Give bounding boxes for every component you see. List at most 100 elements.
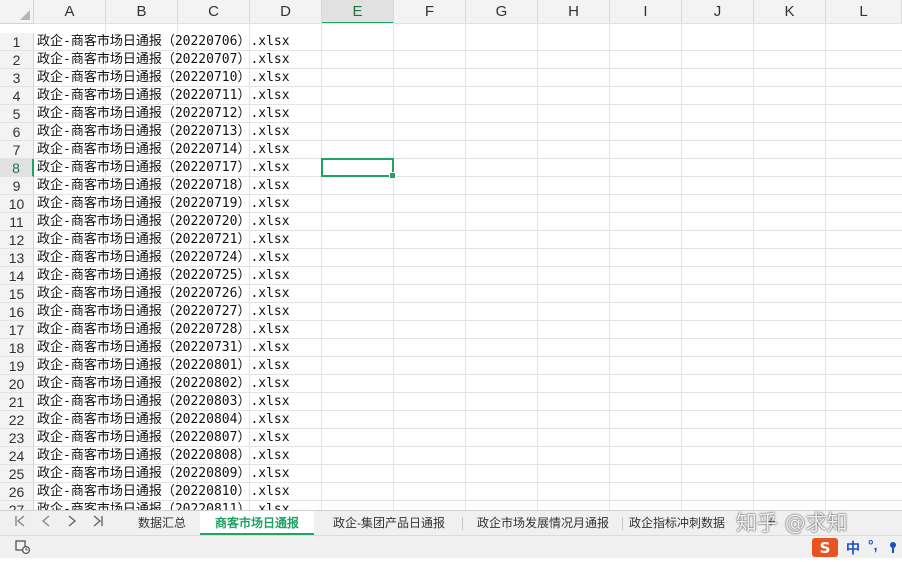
row-header-20[interactable]: 20 xyxy=(0,375,34,393)
next-sheet-icon xyxy=(68,515,77,527)
column-header-d[interactable]: D xyxy=(250,0,322,24)
row-header-18[interactable]: 18 xyxy=(0,339,34,357)
row-header-19[interactable]: 19 xyxy=(0,357,34,375)
row-header-7[interactable]: 7 xyxy=(0,141,34,159)
cell-a22[interactable]: 政企-商客市场日通报（20220804）.xlsx xyxy=(37,411,290,429)
cell-a23[interactable]: 政企-商客市场日通报（20220807）.xlsx xyxy=(37,429,290,447)
last-sheet-icon xyxy=(93,515,103,527)
row-header-14[interactable]: 14 xyxy=(0,267,34,285)
row-header-4[interactable]: 4 xyxy=(0,87,34,105)
cell-a2[interactable]: 政企-商客市场日通报（20220707）.xlsx xyxy=(37,51,290,69)
column-header-k[interactable]: K xyxy=(754,0,826,24)
column-gridline xyxy=(681,24,682,510)
cell-a27[interactable]: 政企-商客市场日通报（20220811）.xlsx xyxy=(37,501,290,510)
sheet-tab-business-daily[interactable]: 商客市场日通报 xyxy=(200,511,314,535)
tab-divider xyxy=(622,517,623,530)
spreadsheet-grid[interactable]: ABCDEFGHIJKL 1 2 3 4 5 6 7 8 9 10 11 12 13 14 15 16 17 18… xyxy=(0,0,902,510)
cell-a5[interactable]: 政企-商客市场日通报（20220712）.xlsx xyxy=(37,105,290,123)
row-header-15[interactable]: 15 xyxy=(0,285,34,303)
column-header-b[interactable]: B xyxy=(106,0,178,24)
row-header-10[interactable]: 10 xyxy=(0,195,34,213)
row-header-21[interactable]: 21 xyxy=(0,393,34,411)
cell-a8[interactable]: 政企-商客市场日通报（20220717）.xlsx xyxy=(37,159,290,177)
row-header-17[interactable]: 17 xyxy=(0,321,34,339)
svg-text:S: S xyxy=(820,539,831,557)
cell-a18[interactable]: 政企-商客市场日通报（20220731）.xlsx xyxy=(37,339,290,357)
column-header-e[interactable]: E xyxy=(322,0,394,24)
sheet-tab-data-summary[interactable]: 数据汇总 xyxy=(124,511,200,535)
cell-a21[interactable]: 政企-商客市场日通报（20220803）.xlsx xyxy=(37,393,290,411)
column-header-h[interactable]: H xyxy=(538,0,610,24)
cell-a20[interactable]: 政企-商客市场日通报（20220802）.xlsx xyxy=(37,375,290,393)
row-header-27[interactable]: 27 xyxy=(0,501,34,510)
cell-a14[interactable]: 政企-商客市场日通报（20220725）.xlsx xyxy=(37,267,290,285)
cell-a13[interactable]: 政企-商客市场日通报（20220724）.xlsx xyxy=(37,249,290,267)
row-header-25[interactable]: 25 xyxy=(0,465,34,483)
cell-a17[interactable]: 政企-商客市场日通报（20220728）.xlsx xyxy=(37,321,290,339)
row-header-12[interactable]: 12 xyxy=(0,231,34,249)
cell-a25[interactable]: 政企-商客市场日通报（20220809）.xlsx xyxy=(37,465,290,483)
status-bar: S 中 °, xyxy=(0,535,902,558)
column-header-a[interactable]: A xyxy=(34,0,106,24)
cell-a16[interactable]: 政企-商客市场日通报（20220727）.xlsx xyxy=(37,303,290,321)
cell-a12[interactable]: 政企-商客市场日通报（20220721）.xlsx xyxy=(37,231,290,249)
column-gridline xyxy=(321,24,322,510)
row-header-11[interactable]: 11 xyxy=(0,213,34,231)
cell-a11[interactable]: 政企-商客市场日通报（20220720）.xlsx xyxy=(37,213,290,231)
prev-sheet-button[interactable] xyxy=(36,514,56,532)
selected-cell-E8[interactable] xyxy=(321,158,396,179)
first-sheet-button[interactable] xyxy=(10,514,30,532)
column-gridline xyxy=(825,24,826,510)
column-header-i[interactable]: I xyxy=(610,0,682,24)
next-sheet-button[interactable] xyxy=(62,514,82,532)
ime-punct-indicator[interactable]: °, xyxy=(868,537,878,553)
column-gridline xyxy=(753,24,754,510)
row-header-22[interactable]: 22 xyxy=(0,411,34,429)
row-header-8[interactable]: 8 xyxy=(0,159,34,177)
column-gridline xyxy=(465,24,466,510)
cell-a4[interactable]: 政企-商客市场日通报（20220711）.xlsx xyxy=(37,87,290,105)
column-gridline xyxy=(537,24,538,510)
ime-extra-icon[interactable] xyxy=(888,540,898,554)
column-header-j[interactable]: J xyxy=(682,0,754,24)
cell-a9[interactable]: 政企-商客市场日通报（20220718）.xlsx xyxy=(37,177,290,195)
row-header-24[interactable]: 24 xyxy=(0,447,34,465)
cell-a10[interactable]: 政企-商客市场日通报（20220719）.xlsx xyxy=(37,195,290,213)
row-header-16[interactable]: 16 xyxy=(0,303,34,321)
fill-handle[interactable] xyxy=(389,172,396,179)
first-sheet-icon xyxy=(15,515,25,527)
row-header-6[interactable]: 6 xyxy=(0,123,34,141)
cell-a6[interactable]: 政企-商客市场日通报（20220713）.xlsx xyxy=(37,123,290,141)
cell-a26[interactable]: 政企-商客市场日通报（20220810）.xlsx xyxy=(37,483,290,501)
cell-a1[interactable]: 政企-商客市场日通报（20220706）.xlsx xyxy=(37,33,290,51)
column-header-c[interactable]: C xyxy=(178,0,250,24)
row-header-1[interactable]: 1 xyxy=(0,33,34,51)
select-all-corner[interactable] xyxy=(0,0,34,24)
column-header-g[interactable]: G xyxy=(466,0,538,24)
tab-divider xyxy=(462,517,463,530)
sheet-tab-group-product-daily[interactable]: 政企-集团产品日通报 xyxy=(318,511,460,535)
cell-a7[interactable]: 政企-商客市场日通报（20220714）.xlsx xyxy=(37,141,290,159)
row-header-2[interactable]: 2 xyxy=(0,51,34,69)
column-header-l[interactable]: L xyxy=(826,0,902,24)
row-header-5[interactable]: 5 xyxy=(0,105,34,123)
cell-a19[interactable]: 政企-商客市场日通报（20220801）.xlsx xyxy=(37,357,290,375)
cell-a24[interactable]: 政企-商客市场日通报（20220808）.xlsx xyxy=(37,447,290,465)
row-header-3[interactable]: 3 xyxy=(0,69,34,87)
macro-record-icon[interactable] xyxy=(14,539,32,560)
sheet-tab-sprint-data[interactable]: 政企指标冲刺数据 xyxy=(624,511,732,535)
last-sheet-button[interactable] xyxy=(88,514,108,532)
row-header-26[interactable]: 26 xyxy=(0,483,34,501)
sogou-ime-icon[interactable]: S xyxy=(812,538,838,557)
watermark-text: 知乎 @求知 xyxy=(736,511,848,535)
row-header-9[interactable]: 9 xyxy=(0,177,34,195)
ime-mode-indicator[interactable]: 中 xyxy=(846,538,860,558)
row-header-13[interactable]: 13 xyxy=(0,249,34,267)
sheet-tab-market-monthly[interactable]: 政企市场发展情况月通报 xyxy=(464,511,622,535)
row-gridline xyxy=(34,23,902,24)
column-header-f[interactable]: F xyxy=(394,0,466,24)
cell-a15[interactable]: 政企-商客市场日通报（20220726）.xlsx xyxy=(37,285,290,303)
row-header-23[interactable]: 23 xyxy=(0,429,34,447)
cell-a3[interactable]: 政企-商客市场日通报（20220710）.xlsx xyxy=(37,69,290,87)
column-gridline xyxy=(393,24,394,510)
